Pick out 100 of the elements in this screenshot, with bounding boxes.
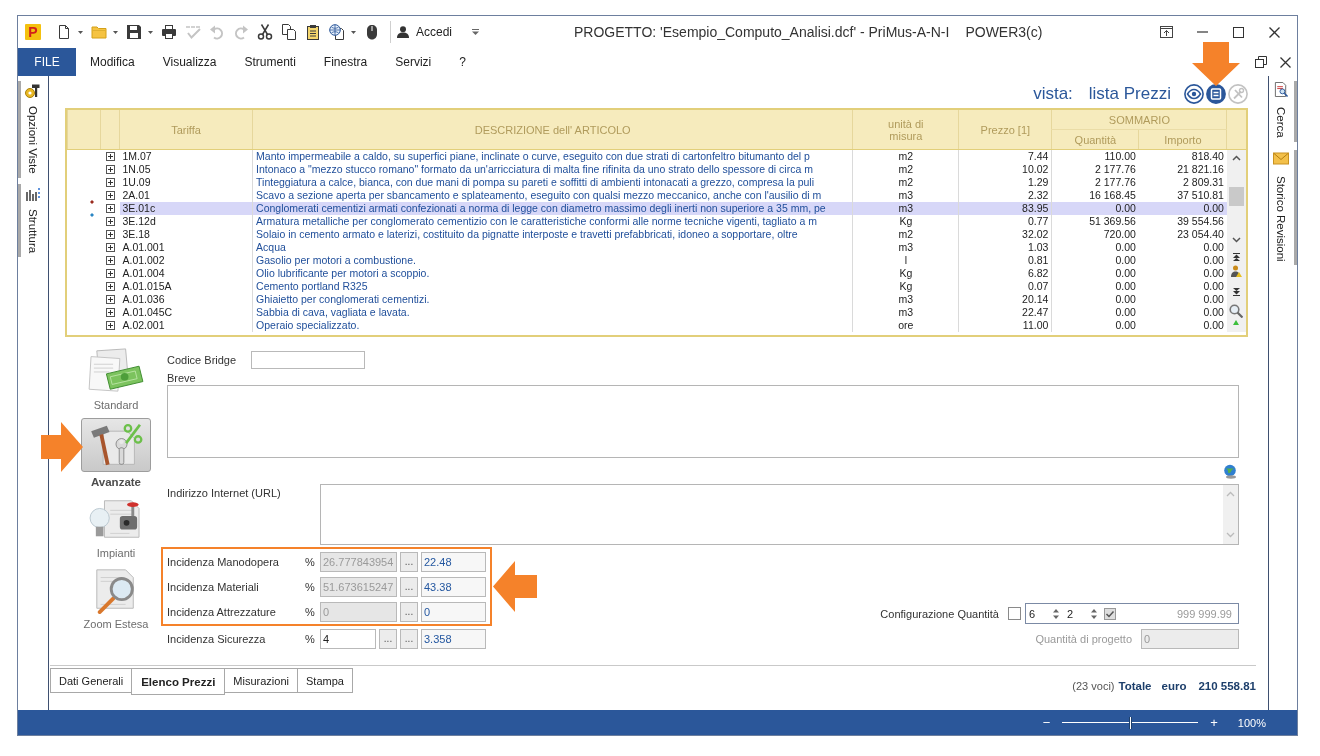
globe-icon[interactable] [1223, 463, 1237, 479]
expand-icon[interactable] [105, 243, 115, 252]
table-cell: Operaio specializzato. [252, 319, 853, 332]
quantity-format-field[interactable]: 6 2 999 999.99 [1025, 603, 1239, 624]
mouse-icon[interactable] [364, 24, 380, 40]
table-cell: 1.29 [958, 176, 1052, 189]
tab[interactable]: Stampa [297, 668, 353, 693]
category-button[interactable]: Zoom Estesa [83, 566, 149, 630]
side-tab[interactable]: Struttura [18, 183, 43, 257]
sign-in-button[interactable]: Accedi [397, 21, 457, 43]
clipboard-icon[interactable] [305, 24, 321, 40]
menu-item[interactable]: Finestra [309, 48, 382, 76]
browse-button[interactable]: ... [400, 576, 418, 597]
category-button[interactable]: Avanzate [81, 418, 151, 488]
expand-icon[interactable] [105, 295, 115, 304]
browse-button[interactable]: ... [400, 551, 418, 572]
expand-icon[interactable] [105, 152, 115, 161]
restore-icon[interactable] [1255, 56, 1267, 68]
url-field[interactable] [320, 484, 1239, 545]
chevron-down-icon[interactable] [1231, 237, 1241, 243]
tab[interactable]: Misurazioni [224, 668, 298, 693]
table-cell: 3E.18 [119, 228, 253, 241]
expand-icon[interactable] [105, 204, 115, 213]
copy-icon[interactable] [281, 24, 297, 40]
chevron-up-icon[interactable] [1231, 155, 1241, 161]
expand-icon[interactable] [105, 308, 115, 317]
browse-button[interactable]: ... [400, 628, 418, 649]
side-tab[interactable]: Storico Revisioni [1270, 149, 1297, 266]
tab[interactable]: Dati Generali [50, 668, 133, 693]
close-icon[interactable] [1280, 56, 1291, 68]
field-label: Configurazione Quantità [880, 607, 999, 620]
close-icon[interactable] [1268, 26, 1280, 38]
ribbon-display-icon[interactable] [1159, 26, 1173, 38]
expand-icon[interactable] [105, 178, 115, 187]
amount-field[interactable]: 3.358 [421, 628, 486, 649]
expand-icon[interactable] [105, 269, 115, 278]
zoom-in-button[interactable]: + [1206, 715, 1222, 730]
browse-button[interactable]: ... [400, 601, 418, 622]
file-menu-button[interactable]: FILE [18, 48, 76, 76]
expand-icon[interactable] [105, 165, 115, 174]
table-cell: 3E.01c [119, 202, 253, 215]
eye-icon[interactable] [1184, 83, 1204, 104]
zoom-out-button[interactable]: − [1038, 715, 1055, 730]
table-cell: m3 [852, 202, 959, 215]
menu-item[interactable]: ? [445, 48, 480, 76]
menu-item[interactable]: Strumenti [230, 48, 310, 76]
table-cell: Armatura metalliche per conglomerato cementizio con le caratteristiche conformi alle norme tecniche vigenti, tagliato a m [252, 215, 853, 228]
currency-label: euro [1161, 680, 1187, 692]
side-tab[interactable]: Opzioni Viste [18, 81, 43, 178]
maximize-icon[interactable] [1232, 26, 1244, 38]
dropdown-caret-icon[interactable] [148, 30, 153, 34]
person-icon[interactable] [1230, 265, 1242, 278]
table-cell: 0.00 [1138, 267, 1227, 280]
expand-icon[interactable] [105, 282, 115, 291]
amount-field[interactable]: 0 [421, 601, 486, 622]
side-tab[interactable]: Cerca [1270, 81, 1297, 142]
expand-icon[interactable] [105, 191, 115, 200]
expand-icon[interactable] [105, 217, 115, 226]
printer-icon[interactable] [161, 24, 177, 40]
amount-field[interactable]: 43.38 [421, 576, 486, 597]
zoom-level-label: 100% [1237, 716, 1266, 729]
scissors-icon[interactable] [257, 24, 273, 40]
expand-icon[interactable] [105, 256, 115, 265]
browse-button[interactable]: ... [379, 628, 397, 649]
globe-document-icon[interactable] [329, 24, 345, 40]
table-cell: 0.00 [1051, 306, 1139, 319]
menu-item[interactable]: Visualizza [148, 48, 231, 76]
table-cell: 0.00 [1138, 202, 1227, 215]
zoom-slider-thumb[interactable] [1128, 716, 1132, 729]
list-icon[interactable] [1206, 83, 1226, 104]
expand-icon[interactable] [105, 230, 115, 239]
unit-label: % [305, 632, 316, 645]
minimize-icon[interactable] [1196, 31, 1208, 33]
table-cell: 0.00 [1051, 319, 1139, 332]
customize-caret-icon[interactable] [472, 29, 480, 35]
dropdown-caret-icon[interactable] [113, 30, 118, 34]
search-icon[interactable] [1229, 304, 1244, 318]
expand-icon[interactable] [105, 321, 115, 330]
menu-item[interactable]: Modifica [76, 48, 149, 76]
tab[interactable]: Elenco Prezzi [131, 668, 226, 695]
percent-field[interactable]: 4 [320, 628, 376, 649]
checkbox[interactable] [1008, 607, 1021, 620]
zoom-slider[interactable] [1062, 716, 1199, 729]
amount-field[interactable]: 22.48 [421, 551, 486, 572]
menu-item[interactable]: Servizi [381, 48, 446, 76]
scroll-thumb[interactable] [1228, 187, 1244, 206]
envelope-icon [1273, 150, 1289, 166]
dropdown-caret-icon[interactable] [351, 30, 356, 34]
table-cell: Kg [852, 267, 959, 280]
dropdown-caret-icon[interactable] [78, 30, 83, 34]
document-icon[interactable] [56, 24, 72, 40]
checkbox[interactable] [1104, 607, 1116, 620]
short-description-field[interactable] [167, 385, 1239, 458]
double-chevron-up-icon[interactable] [1232, 253, 1240, 261]
column-header: Quantità [1051, 129, 1139, 150]
category-button[interactable]: Standard [87, 347, 145, 411]
bridge-code-field[interactable] [251, 351, 365, 369]
category-button[interactable]: Impianti [87, 495, 145, 559]
double-chevron-down-icon[interactable] [1232, 288, 1240, 296]
table-cell: 1.03 [958, 241, 1052, 254]
